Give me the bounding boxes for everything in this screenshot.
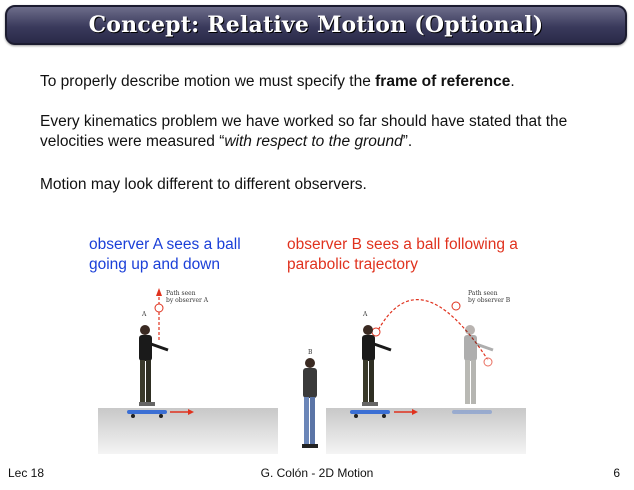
footer-author-topic: G. Colón - 2D Motion	[260, 466, 374, 480]
p1-bold: frame of reference	[375, 73, 511, 90]
title-bar: Concept: Relative Motion (Optional)	[5, 5, 627, 45]
path-label-a-1: Path seen	[166, 290, 196, 297]
person-a-ghost	[452, 325, 494, 414]
person-b	[302, 358, 318, 448]
ball-start	[371, 327, 381, 337]
person-label-b: B	[308, 349, 313, 356]
footer-page-number: 6	[613, 466, 620, 480]
path-label-b-1: Path seen	[468, 290, 498, 297]
observer-b-caption: observer B sees a ball following a parab…	[287, 236, 518, 273]
figure-observer-a: Path seen by observer A A	[98, 288, 278, 454]
p2-end: ”.	[402, 133, 413, 150]
path-label-a-2: by observer A	[166, 297, 209, 304]
p1-end: .	[510, 73, 515, 90]
path-label-b-2: by observer B	[468, 297, 511, 304]
paragraph-observers: Motion may look different to different o…	[40, 176, 367, 193]
person-label-a: A	[141, 311, 147, 318]
p2-italic: with respect to the ground	[224, 133, 403, 150]
p1-text: To properly describe motion we must spec…	[40, 73, 376, 90]
paragraph-frame-of-reference: To properly describe motion we must spec…	[40, 72, 610, 92]
ball-mid	[451, 301, 461, 311]
person-a	[139, 325, 169, 406]
ball-end	[483, 357, 493, 367]
person-a-moving	[362, 325, 392, 406]
slide-title: Concept: Relative Motion (Optional)	[88, 12, 544, 38]
ball	[154, 303, 164, 313]
path-arrow-up	[156, 288, 162, 296]
figure-observer-b: Path seen by observer B A B	[302, 290, 526, 454]
person-label-a: A	[362, 311, 368, 318]
paragraph-kinematics: Every kinematics problem we have worked …	[40, 112, 610, 152]
observer-a-caption: observer A sees a ball going up and down	[89, 236, 241, 273]
